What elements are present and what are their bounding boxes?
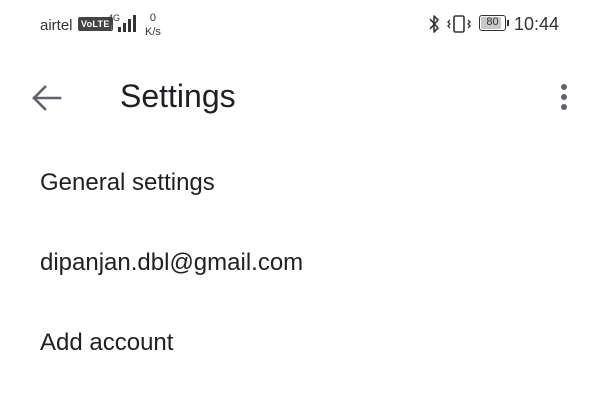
bluetooth-icon <box>429 15 439 33</box>
more-options-button[interactable] <box>550 78 578 118</box>
battery-nub <box>507 20 509 26</box>
more-vert-icon <box>561 84 567 110</box>
page-title: Settings <box>120 78 236 114</box>
battery-level: 80 <box>486 16 499 28</box>
battery-icon: 80 <box>479 15 506 31</box>
app-bar: Settings <box>0 60 600 130</box>
arrow-back-icon <box>32 85 62 111</box>
speed-value: 0 <box>149 12 157 24</box>
status-bar: airtel VoLTE 4G 1 0 K/s 80 10:44 <box>0 0 600 50</box>
signal-icon <box>114 14 136 32</box>
network-speed: 0 K/s <box>145 11 161 39</box>
account-item[interactable]: dipanjan.dbl@gmail.com <box>0 225 600 305</box>
list-item-label: General settings <box>40 169 215 196</box>
general-settings-item[interactable]: General settings <box>0 145 600 225</box>
list-item-label: dipanjan.dbl@gmail.com <box>40 249 304 276</box>
vibrate-icon <box>447 15 471 33</box>
carrier-name: airtel <box>40 17 73 34</box>
speed-unit: K/s <box>145 26 161 38</box>
network-sub: 1 <box>110 26 114 32</box>
add-account-item[interactable]: Add account <box>0 305 600 385</box>
status-clock: 10:44 <box>514 14 560 34</box>
back-button[interactable] <box>24 78 68 118</box>
list-item-label: Add account <box>40 329 174 356</box>
